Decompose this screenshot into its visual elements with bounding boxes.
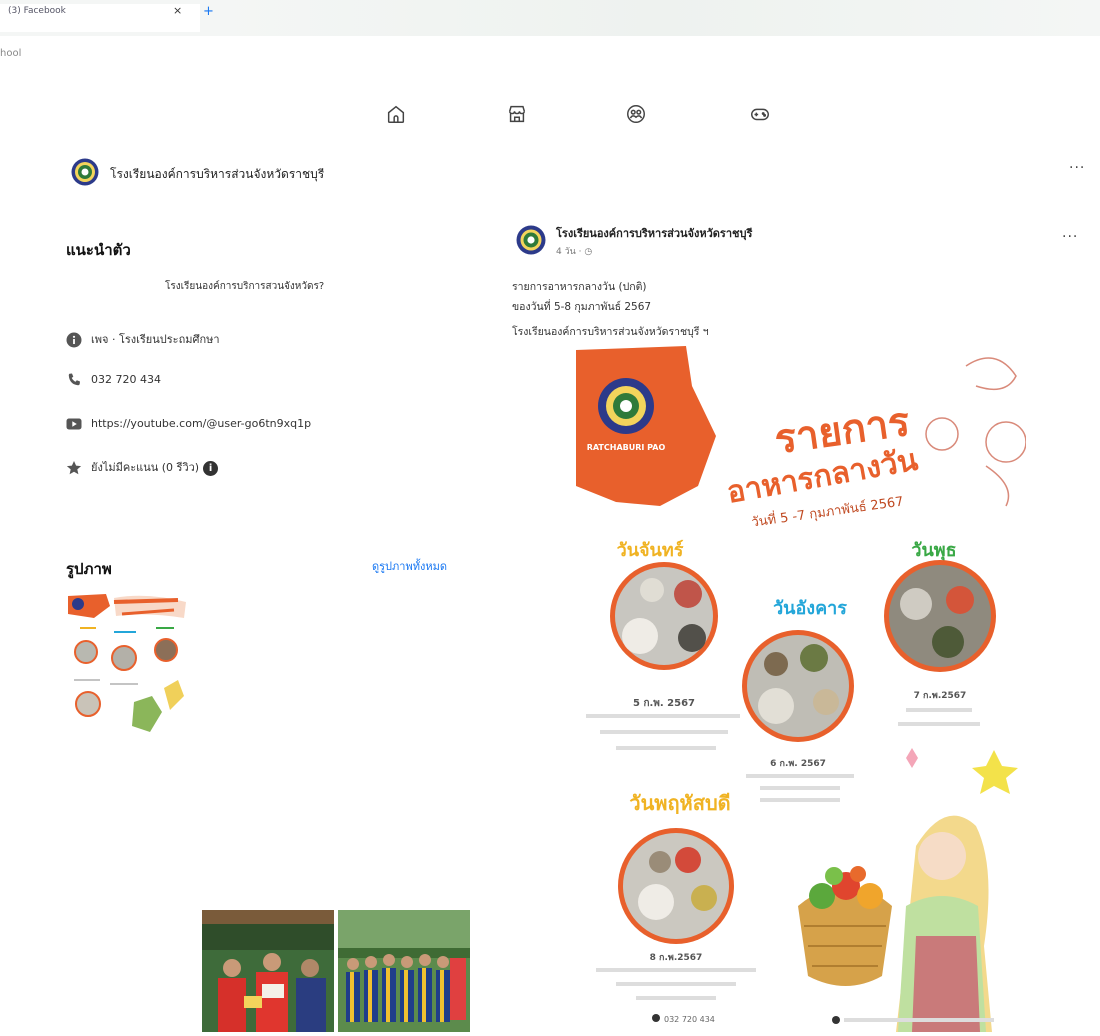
date-wednesday: 7 ก.พ.2567 xyxy=(914,691,967,701)
day-wednesday: วันพุธ xyxy=(911,540,956,562)
post-timestamp[interactable]: 4 วัน · ◷ xyxy=(556,244,592,258)
star-icon xyxy=(66,460,82,476)
info-icon xyxy=(66,332,82,348)
youtube-row: https://youtube.com/@user-go6tn9xq1p xyxy=(66,416,311,432)
page-avatar[interactable] xyxy=(71,158,99,186)
photo-thumbnail-award[interactable] xyxy=(202,910,334,1032)
marketplace-icon[interactable] xyxy=(506,103,528,125)
rating-row: ยังไม่มีคะแนน (0 รีวิว) i xyxy=(66,458,219,476)
phone-text: 032 720 434 xyxy=(91,373,161,386)
intro-bio: โรงเรียนองค์การบริการสวนจังหวัดร? xyxy=(165,281,325,292)
post-time-text: 4 วัน · xyxy=(556,247,585,257)
day-tuesday: วันอังคาร xyxy=(773,598,847,619)
category-row: เพจ · โรงเรียนประถมศึกษา xyxy=(66,330,220,348)
youtube-icon xyxy=(66,416,82,432)
post-text-line: โรงเรียนองค์การบริหารส่วนจังหวัดราชบุรี … xyxy=(512,326,709,338)
gaming-icon[interactable] xyxy=(749,103,771,125)
phone-icon xyxy=(66,372,82,388)
photo-thumbnail-menu[interactable] xyxy=(66,592,198,760)
tab-title: (3) Facebook xyxy=(8,6,66,16)
date-thursday: 8 ก.พ.2567 xyxy=(650,953,703,963)
poster-brand: RATCHABURI PAO xyxy=(587,443,666,452)
intro-heading: แนะนำตัว xyxy=(66,241,131,259)
post-author-avatar[interactable] xyxy=(516,225,546,255)
groups-icon[interactable] xyxy=(625,103,647,125)
photos-heading: รูปภาพ xyxy=(66,560,112,578)
date-tuesday: 6 ก.พ. 2567 xyxy=(770,759,826,769)
see-all-photos-link[interactable]: ดูรูปภาพทั้งหมด xyxy=(372,557,447,575)
day-thursday: วันพฤหัสบดี xyxy=(629,791,730,815)
new-tab-button[interactable]: + xyxy=(203,4,214,19)
globe-icon: ◷ xyxy=(584,247,593,257)
rating-text: ยังไม่มีคะแนน (0 รีวิว) xyxy=(91,461,200,474)
date-monday: 5 ก.พ. 2567 xyxy=(633,698,695,709)
page-name[interactable]: โรงเรียนองค์การบริหารส่วนจังหวัดราชบุรี xyxy=(110,165,324,184)
post-text-line: รายการอาหารกลางวัน (ปกติ) xyxy=(512,281,647,293)
page-more-button[interactable]: ··· xyxy=(1069,160,1085,176)
post-text-line: ของวันที่ 5-8 กุมภาพันธ์ 2567 xyxy=(512,301,652,313)
youtube-link[interactable]: https://youtube.com/@user-go6tn9xq1p xyxy=(91,417,311,430)
phone-row: 032 720 434 xyxy=(66,372,161,388)
tab-strip-background xyxy=(215,0,1100,36)
poster-phone: 032 720 434 xyxy=(664,1015,715,1024)
rating-info-icon[interactable]: i xyxy=(203,460,219,476)
home-icon[interactable] xyxy=(385,103,407,125)
post-more-button[interactable]: ··· xyxy=(1062,229,1078,245)
category-text: เพจ · โรงเรียนประถมศึกษา xyxy=(91,333,220,346)
photo-thumbnail-team[interactable] xyxy=(338,910,470,1032)
address-fragment: hool xyxy=(0,48,22,59)
post-author-name[interactable]: โรงเรียนองค์การบริหารส่วนจังหวัดราชบุรี xyxy=(556,224,752,242)
tab-close-button[interactable]: × xyxy=(173,4,182,17)
lunch-menu-poster[interactable]: RATCHABURI PAO รายการ อาหารกลางวัน วันที… xyxy=(576,346,1027,1032)
day-monday: วันจันทร์ xyxy=(617,539,684,561)
